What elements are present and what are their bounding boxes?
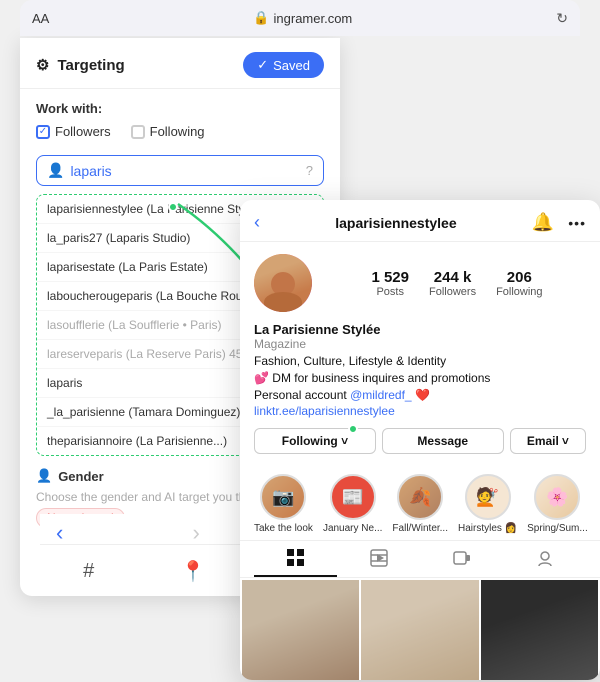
followers-checkbox[interactable]: ✓ — [36, 125, 50, 139]
highlight-label-2: January Ne... — [323, 523, 382, 534]
following-button[interactable]: Following ˅ — [254, 428, 376, 454]
followers-label: Followers — [55, 124, 111, 139]
search-row: 👤 laparis ? — [36, 155, 324, 186]
ig-action-buttons: Following ˅ Message Email ˅ — [254, 428, 586, 454]
more-icon[interactable]: ••• — [568, 215, 586, 231]
ig-stat-followers: 244 k Followers — [429, 269, 476, 298]
ig-profile-section: 1 529 Posts 244 k Followers 206 Followin… — [240, 242, 600, 466]
tab-tagged[interactable] — [503, 541, 586, 577]
ig-bio-text: Fashion, Culture, Lifestyle & Identity 💕… — [254, 353, 586, 420]
ig-stats: 1 529 Posts 244 k Followers 206 Followin… — [328, 269, 586, 298]
ig-highlights: 📷 Take the look 📰 January Ne... 🍂 Fall/W… — [240, 466, 600, 541]
posts-count: 1 529 — [371, 269, 409, 286]
avatar — [254, 254, 312, 312]
highlight-circle-1: 📷 — [260, 474, 306, 520]
highlight-january[interactable]: 📰 January Ne... — [323, 474, 382, 534]
browser-url: 🔒 ingramer.com — [253, 10, 352, 26]
forward-arrow[interactable]: › — [192, 520, 199, 546]
instagram-panel: ‹ laparisiennestylee 🔔 ••• 1 529 Posts 2… — [240, 200, 600, 680]
bell-icon[interactable]: 🔔 — [532, 212, 554, 233]
mention-link[interactable]: @mildredf_ — [350, 388, 412, 402]
bio-line2: 💕 DM for business inquires and promotion… — [254, 370, 586, 387]
bio-line3: Personal account @mildredf_ ❤️ — [254, 387, 586, 404]
avatar-image — [254, 254, 312, 312]
grid-item-1[interactable] — [242, 580, 359, 680]
dropdown-chevron: ˅ — [562, 434, 569, 448]
highlight-hairstyles[interactable]: 💇 Hairstyles 👩 — [458, 474, 517, 534]
ig-tab-bar — [240, 541, 600, 578]
ig-display-name: La Parisienne Stylée — [254, 322, 586, 337]
highlight-label-4: Hairstyles 👩 — [458, 523, 517, 534]
ig-icons: 🔔 ••• — [532, 212, 586, 233]
email-button[interactable]: Email ˅ — [510, 428, 586, 454]
ig-stat-posts: 1 529 Posts — [371, 269, 409, 298]
highlight-take-the-look[interactable]: 📷 Take the look — [254, 474, 313, 534]
browser-aa-label: AA — [32, 11, 49, 26]
refresh-icon[interactable]: ↻ — [556, 10, 568, 27]
gender-label: Gender — [58, 469, 104, 484]
followers-label: Followers — [429, 286, 476, 298]
highlight-circle-3: 🍂 — [397, 474, 443, 520]
following-label: Following — [496, 286, 542, 298]
bio-line1: Fashion, Culture, Lifestyle & Identity — [254, 353, 586, 370]
green-dot-top — [168, 202, 178, 212]
back-arrow[interactable]: ‹ — [56, 520, 63, 546]
work-with-label: Work with: — [36, 101, 324, 116]
highlight-label-5: Spring/Sum... — [527, 523, 588, 534]
green-dot-bottom — [348, 424, 358, 434]
message-button[interactable]: Message — [382, 428, 504, 454]
tab-grid[interactable] — [254, 541, 337, 577]
browser-bar: AA 🔒 ingramer.com ↻ — [20, 0, 580, 36]
ig-bio: La Parisienne Stylée Magazine Fashion, C… — [254, 322, 586, 420]
work-with-section: Work with: ✓ Followers Following — [20, 89, 340, 147]
targeting-header: ⚙ Targeting ✓ Saved — [20, 38, 340, 89]
followers-option[interactable]: ✓ Followers — [36, 124, 111, 139]
following-checkbox[interactable] — [131, 125, 145, 139]
ig-back-button[interactable]: ‹ — [254, 212, 260, 233]
highlight-spring[interactable]: 🌸 Spring/Sum... — [527, 474, 588, 534]
following-count: 206 — [496, 269, 542, 286]
targeting-title: ⚙ Targeting — [36, 56, 125, 74]
highlight-fall-winter[interactable]: 🍂 Fall/Winter... — [392, 474, 448, 534]
search-value[interactable]: laparis — [70, 163, 299, 179]
saved-button[interactable]: ✓ Saved — [243, 52, 324, 78]
highlight-label-3: Fall/Winter... — [392, 523, 448, 534]
following-option[interactable]: Following — [131, 124, 205, 139]
hashtag-nav[interactable]: # — [75, 556, 102, 587]
location-nav[interactable]: 📍 — [173, 555, 214, 588]
grid-item-3[interactable] — [481, 580, 598, 680]
tab-reels[interactable] — [337, 541, 420, 577]
grid-item-2[interactable] — [361, 580, 478, 680]
highlight-circle-4: 💇 — [465, 474, 511, 520]
check-icon: ✓ — [257, 57, 268, 73]
profile-link[interactable]: linktr.ee/laparisiennestylee — [254, 404, 395, 418]
ig-header: ‹ laparisiennestylee 🔔 ••• — [240, 200, 600, 242]
ig-stat-following: 206 Following — [496, 269, 542, 298]
question-mark: ? — [306, 163, 313, 178]
work-with-options: ✓ Followers Following — [36, 124, 324, 139]
gender-icon: 👤 — [36, 468, 52, 484]
highlight-circle-2: 📰 — [330, 474, 376, 520]
highlight-label-1: Take the look — [254, 523, 313, 534]
highlight-circle-5: 🌸 — [534, 474, 580, 520]
ig-username: laparisiennestylee — [335, 215, 456, 231]
search-section: 👤 laparis ? — [20, 147, 340, 194]
user-icon: 👤 — [47, 162, 64, 179]
posts-label: Posts — [371, 286, 409, 298]
tab-igtv[interactable] — [420, 541, 503, 577]
ig-grid — [240, 578, 600, 680]
followers-count: 244 k — [429, 269, 476, 286]
ig-category: Magazine — [254, 337, 586, 351]
following-label: Following — [150, 124, 205, 139]
targeting-icon: ⚙ — [36, 56, 49, 74]
ig-profile-top: 1 529 Posts 244 k Followers 206 Followin… — [254, 254, 586, 312]
lock-icon: 🔒 — [253, 10, 269, 26]
